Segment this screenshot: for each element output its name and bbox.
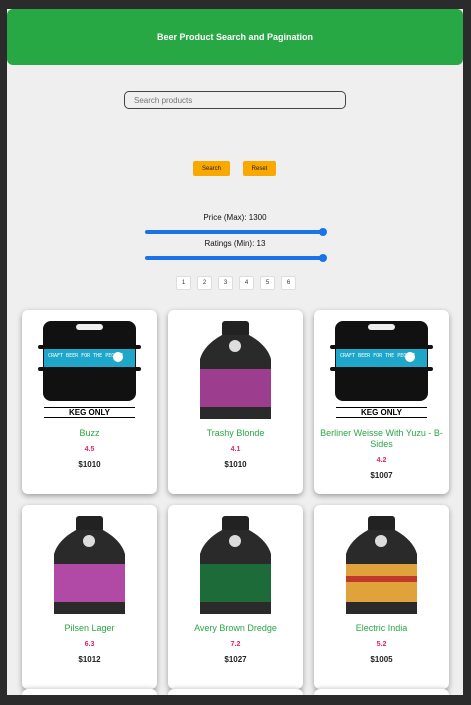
- keg-only-text: KEG ONLY: [361, 408, 403, 417]
- product-price: $1012: [78, 655, 101, 664]
- page-button[interactable]: 1: [176, 276, 191, 290]
- product-name[interactable]: Electric India: [318, 623, 445, 634]
- product-name[interactable]: Pilsen Lager: [26, 623, 153, 634]
- pagination: 1 2 3 4 5 6: [176, 276, 296, 290]
- page-button[interactable]: 3: [218, 276, 233, 290]
- bottle-icon: [54, 516, 125, 614]
- product-card[interactable]: Pilsen Lager 6.3 $1012: [22, 505, 157, 689]
- keg-label-text: CRAFT BEER FOR THE PEOPLE: [48, 353, 123, 359]
- bottle-label: [54, 564, 125, 602]
- keg-only-text: KEG ONLY: [69, 408, 111, 417]
- search-button[interactable]: Search: [193, 161, 230, 176]
- product-card[interactable]: CRAFT BEER FOR THE PEOPLE KEG ONLY Berli…: [314, 310, 449, 494]
- product-rating: 5.2: [376, 641, 387, 648]
- keg-label-text: CRAFT BEER FOR THE PEOPLE: [340, 353, 415, 359]
- reset-button[interactable]: Reset: [243, 161, 276, 176]
- product-name[interactable]: Avery Brown Dredge: [172, 623, 299, 634]
- price-max-slider[interactable]: [145, 228, 327, 236]
- bottle-icon: [346, 516, 417, 614]
- search-input[interactable]: [124, 91, 346, 109]
- page-title: Beer Product Search and Pagination: [156, 32, 314, 42]
- bottle-label: [346, 564, 417, 602]
- product-card[interactable]: Electric India 5.2 $1005: [314, 505, 449, 689]
- rating-min-slider[interactable]: [145, 254, 327, 262]
- app-header: Beer Product Search and Pagination: [7, 9, 463, 65]
- price-max-label: Price (Max): 1300: [203, 213, 267, 222]
- product-card[interactable]: Avery Brown Dredge 7.2 $1027: [168, 505, 303, 689]
- product-grid: CRAFT BEER FOR THE PEOPLE KEG ONLY Buzz …: [22, 310, 449, 689]
- price-slider-thumb[interactable]: [319, 228, 327, 236]
- bottle-icon: [200, 321, 271, 419]
- product-rating: 7.2: [230, 641, 241, 648]
- page-button[interactable]: 2: [197, 276, 212, 290]
- product-card-partial[interactable]: [314, 689, 449, 695]
- bottle-icon: [200, 516, 271, 614]
- product-card[interactable]: CRAFT BEER FOR THE PEOPLE KEG ONLY Buzz …: [22, 310, 157, 494]
- bottle-label: [200, 369, 271, 407]
- page-button[interactable]: 5: [260, 276, 275, 290]
- bottle-label: [200, 564, 271, 602]
- product-card-partial[interactable]: [168, 689, 303, 695]
- product-card-partial[interactable]: [22, 689, 157, 695]
- product-price: $1027: [224, 655, 247, 664]
- product-name[interactable]: Buzz: [26, 428, 153, 439]
- keg-only-icon: CRAFT BEER FOR THE PEOPLE KEG ONLY: [38, 321, 141, 418]
- product-price: $1005: [370, 655, 393, 664]
- product-rating: 4.5: [84, 446, 95, 453]
- product-card[interactable]: Trashy Blonde 4.1 $1010: [168, 310, 303, 494]
- product-rating: 6.3: [84, 641, 95, 648]
- app-frame: Beer Product Search and Pagination Searc…: [7, 9, 463, 695]
- product-rating: 4.2: [376, 457, 387, 464]
- keg-only-icon: CRAFT BEER FOR THE PEOPLE KEG ONLY: [330, 321, 433, 418]
- next-row-partial: [22, 689, 449, 695]
- product-rating: 4.1: [230, 446, 241, 453]
- product-price: $1010: [224, 460, 247, 469]
- rating-min-label: Ratings (Min): 13: [204, 239, 266, 248]
- product-price: $1007: [370, 471, 393, 480]
- product-name[interactable]: Berliner Weisse With Yuzu - B-Sides: [318, 428, 445, 450]
- page-button[interactable]: 4: [239, 276, 254, 290]
- product-name[interactable]: Trashy Blonde: [172, 428, 299, 439]
- page-button[interactable]: 6: [281, 276, 296, 290]
- rating-slider-thumb[interactable]: [319, 254, 327, 262]
- product-price: $1010: [78, 460, 101, 469]
